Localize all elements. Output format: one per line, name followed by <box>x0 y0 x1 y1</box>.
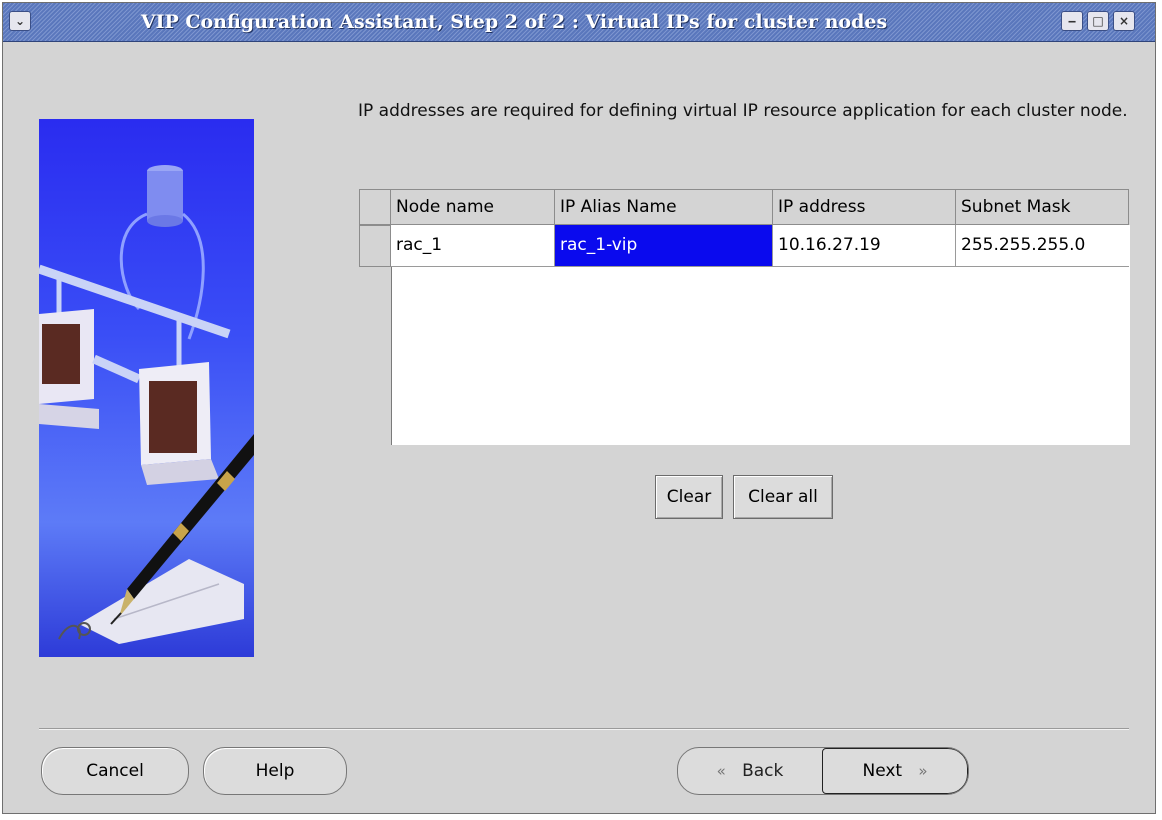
clear-button[interactable]: Clear <box>655 475 723 519</box>
double-chevron-right-icon: » <box>918 762 928 780</box>
close-button[interactable]: × <box>1113 11 1135 31</box>
clear-all-button[interactable]: Clear all <box>733 475 833 519</box>
title-bar[interactable]: ⌄ VIP Configuration Assistant, Step 2 of… <box>3 3 1155 42</box>
back-button[interactable]: « Back <box>678 748 822 794</box>
close-icon: × <box>1118 14 1130 28</box>
table-cell-ip-address[interactable]: 10.16.27.19 <box>773 225 956 267</box>
table-cell-ip-alias-name[interactable]: rac_1-vip <box>555 225 773 267</box>
column-header-ip-address[interactable]: IP address <box>773 189 956 225</box>
minimize-button[interactable]: ‒ <box>1061 11 1083 31</box>
minimize-icon: ‒ <box>1067 14 1077 28</box>
double-chevron-left-icon: « <box>716 762 726 780</box>
next-button-label: Next <box>862 761 903 781</box>
back-button-label: Back <box>742 761 784 781</box>
row-header-1[interactable] <box>359 225 391 267</box>
table-cell-node-name[interactable]: rac_1 <box>391 225 555 267</box>
table-corner-header <box>359 189 391 225</box>
next-button[interactable]: Next » <box>822 748 968 794</box>
vip-config-window: ⌄ VIP Configuration Assistant, Step 2 of… <box>2 2 1156 814</box>
maximize-button[interactable]: □ <box>1087 11 1109 31</box>
wizard-illustration <box>39 119 254 657</box>
column-header-ip-alias-name[interactable]: IP Alias Name <box>555 189 773 225</box>
column-header-node-name[interactable]: Node name <box>391 189 555 225</box>
intro-text: IP addresses are required for defining v… <box>358 101 1128 121</box>
network-pen-illustration <box>39 165 254 644</box>
window-menu-button[interactable]: ⌄ <box>9 11 31 31</box>
footer-separator <box>39 728 1129 730</box>
help-button[interactable]: Help <box>203 747 347 795</box>
chevron-down-icon: ⌄ <box>14 14 26 28</box>
column-header-subnet-mask[interactable]: Subnet Mask <box>956 189 1129 225</box>
table-cell-subnet-mask[interactable]: 255.255.255.0 <box>956 225 1129 267</box>
vip-table[interactable]: Node name IP Alias Name IP address Subne… <box>359 189 1130 445</box>
window-title: VIP Configuration Assistant, Step 2 of 2… <box>140 11 888 33</box>
maximize-icon: □ <box>1092 14 1104 28</box>
cancel-button[interactable]: Cancel <box>41 747 189 795</box>
navigation-button-group: « Back Next » <box>677 747 969 795</box>
